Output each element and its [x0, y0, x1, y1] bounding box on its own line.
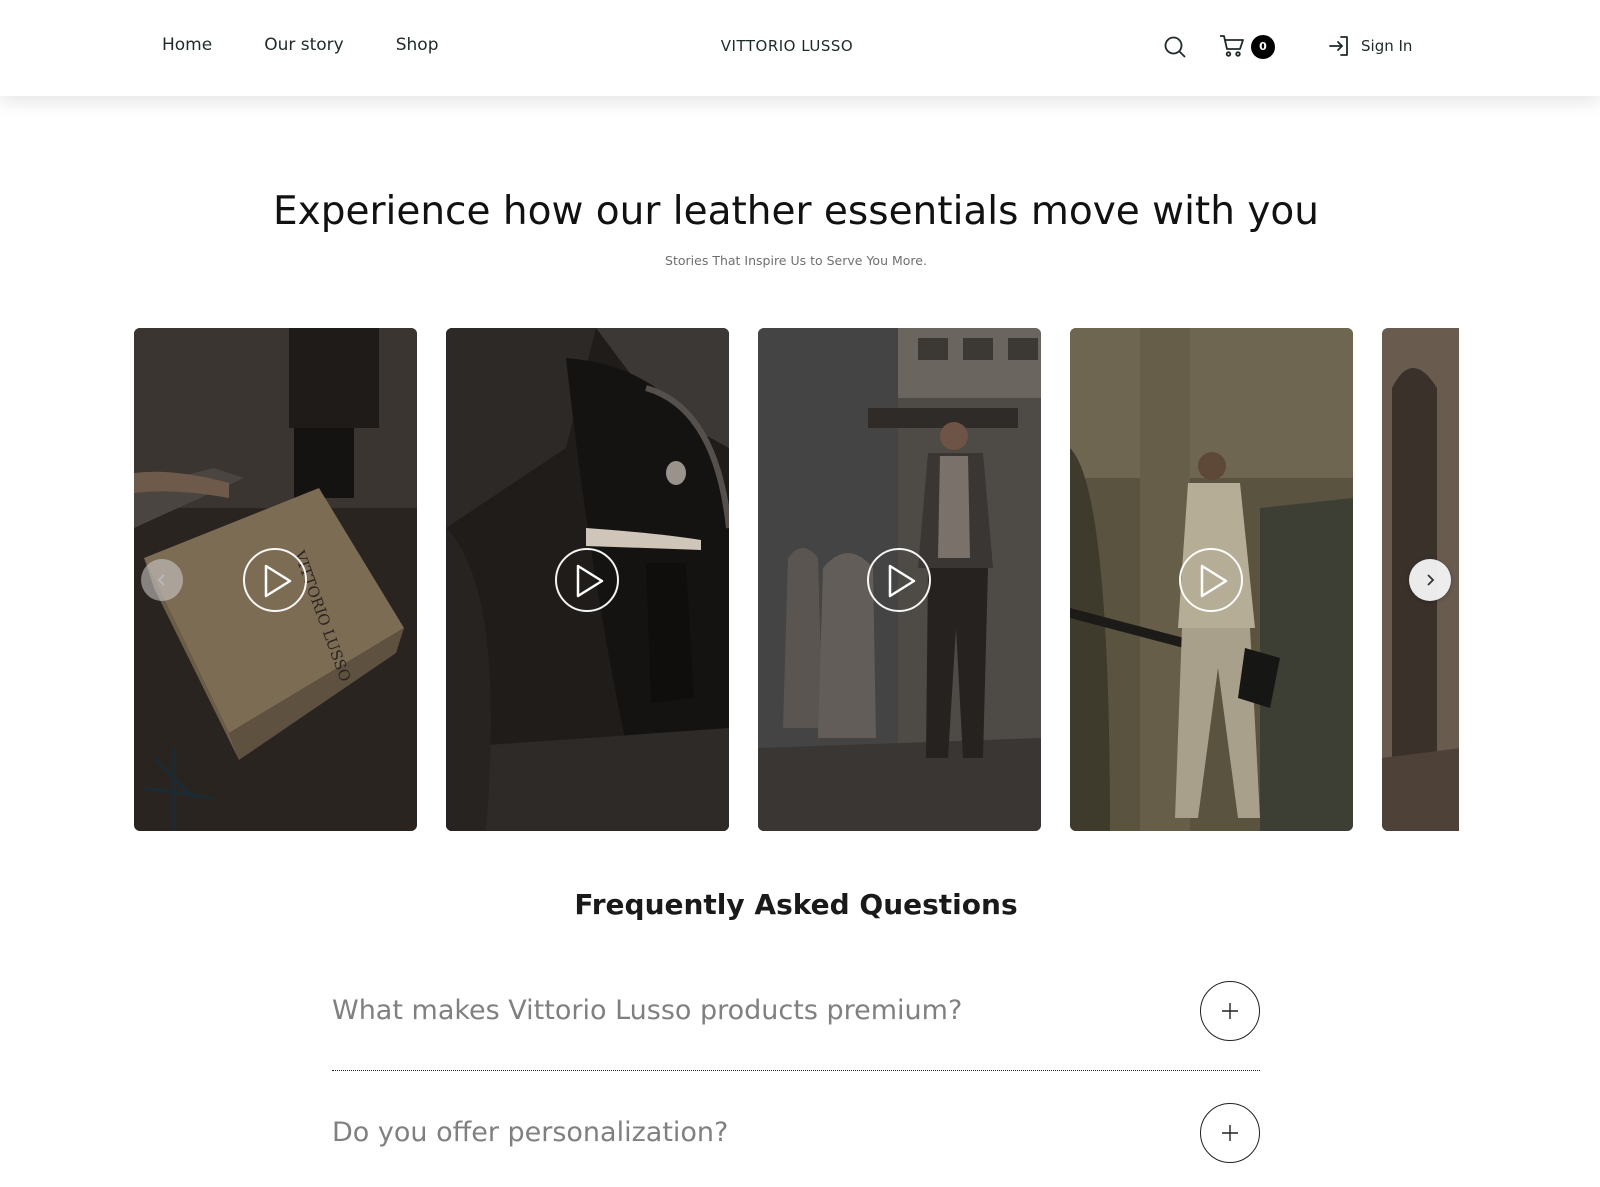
- play-button[interactable]: [243, 548, 307, 612]
- faq-expand-button[interactable]: [1200, 981, 1260, 1041]
- chevron-left-icon: [157, 574, 165, 586]
- play-button[interactable]: [1179, 548, 1243, 612]
- plus-icon: [1222, 1125, 1238, 1141]
- play-icon: [888, 564, 916, 598]
- section-title: Experience how our leather essentials mo…: [273, 189, 1319, 234]
- cart-count-badge: 0: [1251, 35, 1275, 59]
- cart-icon[interactable]: [1219, 34, 1245, 58]
- carousel-prev-button[interactable]: [141, 559, 183, 601]
- play-icon: [1200, 564, 1228, 598]
- video-card[interactable]: [758, 328, 1041, 831]
- faq-expand-button[interactable]: [1200, 1103, 1260, 1163]
- faq-divider: [332, 1070, 1260, 1071]
- site-header: Home Our story Shop VITTORIO LUSSO 0 Sig…: [0, 0, 1600, 96]
- faq-question[interactable]: Do you offer personalization?: [332, 1087, 728, 1179]
- plus-icon: [1222, 1003, 1238, 1019]
- sign-in-label: Sign In: [1361, 37, 1413, 55]
- section-subtitle: Stories That Inspire Us to Serve You Mor…: [665, 253, 927, 268]
- carousel-next-button[interactable]: [1409, 559, 1451, 601]
- play-button[interactable]: [555, 548, 619, 612]
- search-icon[interactable]: [1163, 35, 1187, 59]
- play-icon: [264, 564, 292, 598]
- sign-in-link[interactable]: Sign In: [1327, 34, 1412, 58]
- play-button[interactable]: [867, 548, 931, 612]
- chevron-right-icon: [1427, 574, 1435, 586]
- faq-question[interactable]: What makes Vittorio Lusso products premi…: [332, 965, 962, 1057]
- faq-title: Frequently Asked Questions: [574, 888, 1018, 921]
- sign-in-icon: [1329, 36, 1348, 56]
- faq-item[interactable]: Do you offer personalization?: [332, 1087, 1260, 1179]
- video-carousel: VITTORIO LUSSO: [134, 328, 1459, 831]
- video-card[interactable]: [1070, 328, 1353, 831]
- faq-item[interactable]: What makes Vittorio Lusso products premi…: [332, 965, 1260, 1057]
- video-card[interactable]: [446, 328, 729, 831]
- play-icon: [576, 564, 604, 598]
